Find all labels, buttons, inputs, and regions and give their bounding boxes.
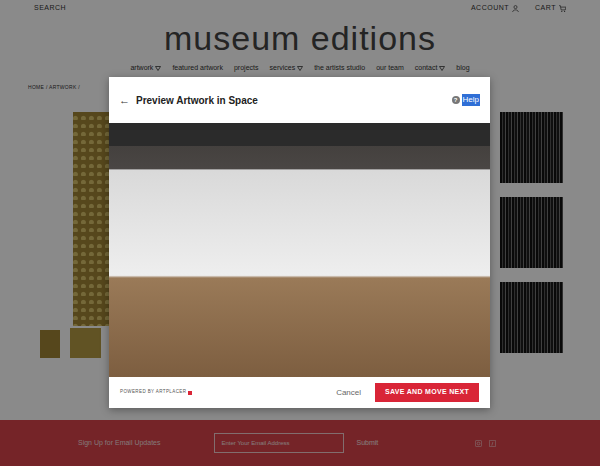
back-button[interactable]: ←	[119, 92, 130, 109]
modal-header: ← Preview Artwork in Space ? Help	[109, 77, 490, 123]
modal-footer: POWERED BY ARTPLACER Cancel SAVE AND MOV…	[109, 377, 490, 408]
help-text[interactable]: Help	[462, 94, 480, 106]
powered-by[interactable]: POWERED BY ARTPLACER	[120, 389, 192, 396]
cancel-button[interactable]: Cancel	[336, 387, 361, 399]
artplacer-logo-icon	[188, 391, 192, 395]
save-button[interactable]: SAVE AND MOVE NEXT	[375, 383, 479, 401]
help-link[interactable]: ? Help	[452, 94, 480, 106]
modal-title: Preview Artwork in Space	[136, 93, 258, 108]
room-photo[interactable]	[109, 123, 490, 377]
help-icon[interactable]: ?	[452, 96, 460, 104]
preview-modal: ← Preview Artwork in Space ? Help POWERE…	[109, 77, 490, 408]
